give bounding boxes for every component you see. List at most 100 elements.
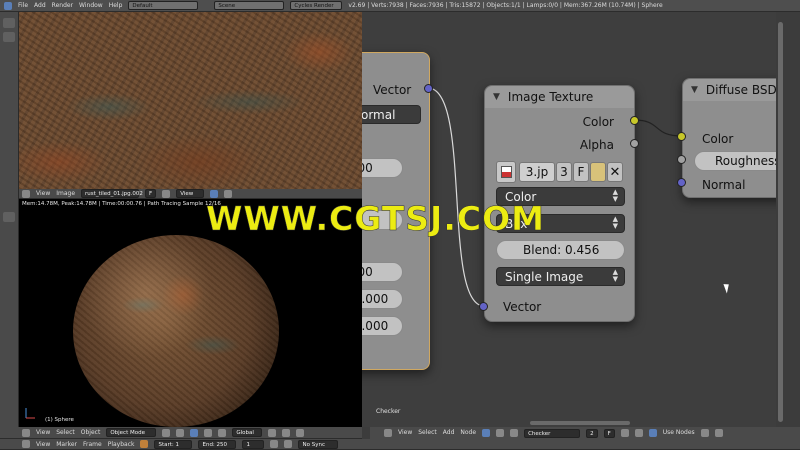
image-editor-canvas[interactable]	[19, 12, 362, 189]
render-engine-selector[interactable]: Cycles Render	[290, 1, 343, 10]
scene-selector[interactable]: Scene	[214, 1, 285, 10]
timeline-menu-view[interactable]: View	[36, 441, 50, 448]
magnet-icon[interactable]	[714, 429, 723, 437]
menu-file[interactable]: File	[18, 2, 28, 9]
rotate-icon[interactable]	[218, 428, 227, 437]
color-space-dropdown[interactable]: Color ▲ ▼	[496, 187, 625, 206]
transform-orientation-selector[interactable]: Global	[232, 428, 263, 437]
mapping-field-5[interactable]: : 1.000	[362, 316, 403, 336]
collapse-triangle-icon[interactable]: ▼	[691, 85, 698, 95]
tool-button[interactable]	[3, 212, 15, 222]
material-name-field[interactable]: Checker	[524, 429, 581, 438]
material-users-count[interactable]: 2	[586, 429, 598, 438]
timeline-menu-frame[interactable]: Frame	[83, 441, 102, 448]
roughness-field[interactable]: Roughness	[694, 151, 776, 171]
current-frame-field[interactable]: 1	[242, 439, 265, 449]
view-selector[interactable]: View	[176, 189, 205, 198]
horizontal-scrollbar[interactable]	[530, 421, 630, 425]
unlink-close-icon[interactable]: ✕	[607, 162, 623, 182]
object-mode-selector[interactable]: Object Mode	[106, 428, 157, 437]
alpha-output-socket[interactable]	[630, 139, 639, 148]
image-name-field[interactable]: rust_tiled_01.jpg.002	[81, 189, 143, 198]
node-menu-view[interactable]: View	[398, 429, 412, 436]
manipulator-icon[interactable]	[190, 428, 199, 437]
blend-slider[interactable]: Blend: 0.456	[496, 240, 625, 260]
menu-add[interactable]: Add	[34, 2, 46, 9]
diffuse-color-input-socket[interactable]	[677, 132, 686, 141]
mapping-vector-output-socket[interactable]	[424, 84, 433, 93]
diffuse-normal-input-socket[interactable]	[677, 178, 686, 187]
mapping-field-1[interactable]: .000	[362, 158, 403, 178]
scrollbar-thumb[interactable]	[778, 22, 783, 422]
image-browse-button[interactable]	[496, 161, 516, 183]
material-icon[interactable]	[510, 429, 519, 437]
add-material-icon[interactable]	[620, 429, 629, 437]
viewport-menu-select[interactable]: Select	[56, 429, 75, 436]
vector-type-dropdown[interactable]: Normal	[362, 105, 421, 124]
editor-type-icon[interactable]	[384, 429, 392, 437]
editor-type-icon[interactable]	[22, 440, 30, 448]
mapping-field-2[interactable]	[362, 210, 403, 230]
timeline-menu-marker[interactable]: Marker	[56, 441, 77, 448]
tool-button[interactable]	[3, 18, 15, 28]
close-icon[interactable]	[162, 189, 171, 198]
editor-type-icon[interactable]	[22, 189, 30, 198]
play-icon[interactable]	[270, 440, 279, 448]
object-icon[interactable]	[496, 429, 505, 437]
diffuse-header[interactable]: ▼ Diffuse BSD	[683, 79, 776, 101]
node-editor-canvas[interactable]: Vector Normal .000 .500 : 0.000 : 1.000 …	[362, 12, 776, 427]
timeline-menu-playback[interactable]: Playback	[108, 441, 135, 448]
node-menu-select[interactable]: Select	[418, 429, 437, 436]
menu-render[interactable]: Render	[52, 2, 73, 9]
material-fake-user-button[interactable]: F	[603, 429, 615, 438]
start-frame-field[interactable]: Start: 1	[154, 439, 193, 449]
image-users-count[interactable]: 3	[556, 162, 572, 182]
viewport-menu-view[interactable]: View	[36, 429, 50, 436]
layout-selector[interactable]: Default	[128, 1, 199, 10]
layers-icon[interactable]	[268, 428, 277, 437]
collapse-triangle-icon[interactable]: ▼	[493, 92, 500, 102]
image-menu-view[interactable]: View	[36, 190, 50, 197]
shading-icon[interactable]	[162, 428, 171, 437]
roughness-input-socket[interactable]	[677, 155, 686, 164]
close-icon[interactable]	[634, 429, 643, 437]
snap-icon[interactable]	[700, 429, 709, 437]
image-texture-header[interactable]: ▼ Image Texture	[485, 86, 634, 108]
pivot-icon[interactable]	[176, 428, 185, 437]
mapping-field-3[interactable]: .500	[362, 262, 403, 282]
alpha-icon[interactable]	[224, 189, 233, 198]
node-editor-scrollbar[interactable]	[776, 12, 800, 427]
mapping-node[interactable]: Vector Normal .000 .500 : 0.000 : 1.000	[362, 52, 430, 370]
3d-viewport-render[interactable]: Mem:14.78M, Peak:14.78M | Time:00:00.76 …	[19, 199, 362, 427]
sync-selector[interactable]: No Sync	[298, 439, 339, 449]
use-nodes-checkbox[interactable]	[648, 429, 657, 437]
image-name-field[interactable]: 3.jp	[519, 162, 555, 182]
source-dropdown[interactable]: Single Image ▲ ▼	[496, 267, 625, 286]
lock-icon[interactable]	[296, 428, 305, 437]
image-fake-user-button[interactable]: F	[145, 189, 157, 198]
node-menu-add[interactable]: Add	[443, 429, 455, 436]
blender-logo-icon[interactable]	[4, 1, 12, 10]
layers-icon[interactable]	[282, 428, 291, 437]
viewport-menu-object[interactable]: Object	[81, 429, 101, 436]
vector-input-socket[interactable]	[479, 302, 488, 311]
node-menu-node[interactable]: Node	[460, 429, 476, 436]
image-texture-node[interactable]: ▼ Image Texture Color Alpha 3.jp 3 F ✕ C…	[484, 85, 635, 322]
play-icon[interactable]	[284, 440, 293, 448]
open-folder-icon[interactable]	[590, 162, 606, 182]
diffuse-bsdf-node[interactable]: ▼ Diffuse BSD Color Roughness Normal	[682, 78, 776, 198]
editor-type-icon[interactable]	[22, 428, 30, 437]
color-output-socket[interactable]	[630, 116, 639, 125]
shader-nodes-icon[interactable]	[482, 429, 491, 437]
record-icon[interactable]	[140, 440, 149, 448]
image-menu-image[interactable]: Image	[56, 190, 75, 197]
menu-help[interactable]: Help	[109, 2, 123, 9]
fake-user-button[interactable]: F	[573, 162, 589, 182]
tool-button[interactable]	[3, 32, 15, 42]
display-channels-icon[interactable]	[210, 189, 219, 198]
translate-icon[interactable]	[204, 428, 213, 437]
projection-dropdown[interactable]: Box ▲ ▼	[496, 214, 625, 233]
end-frame-field[interactable]: End: 250	[198, 439, 237, 449]
menu-window[interactable]: Window	[79, 2, 103, 9]
mapping-field-4[interactable]: : 0.000	[362, 289, 403, 309]
